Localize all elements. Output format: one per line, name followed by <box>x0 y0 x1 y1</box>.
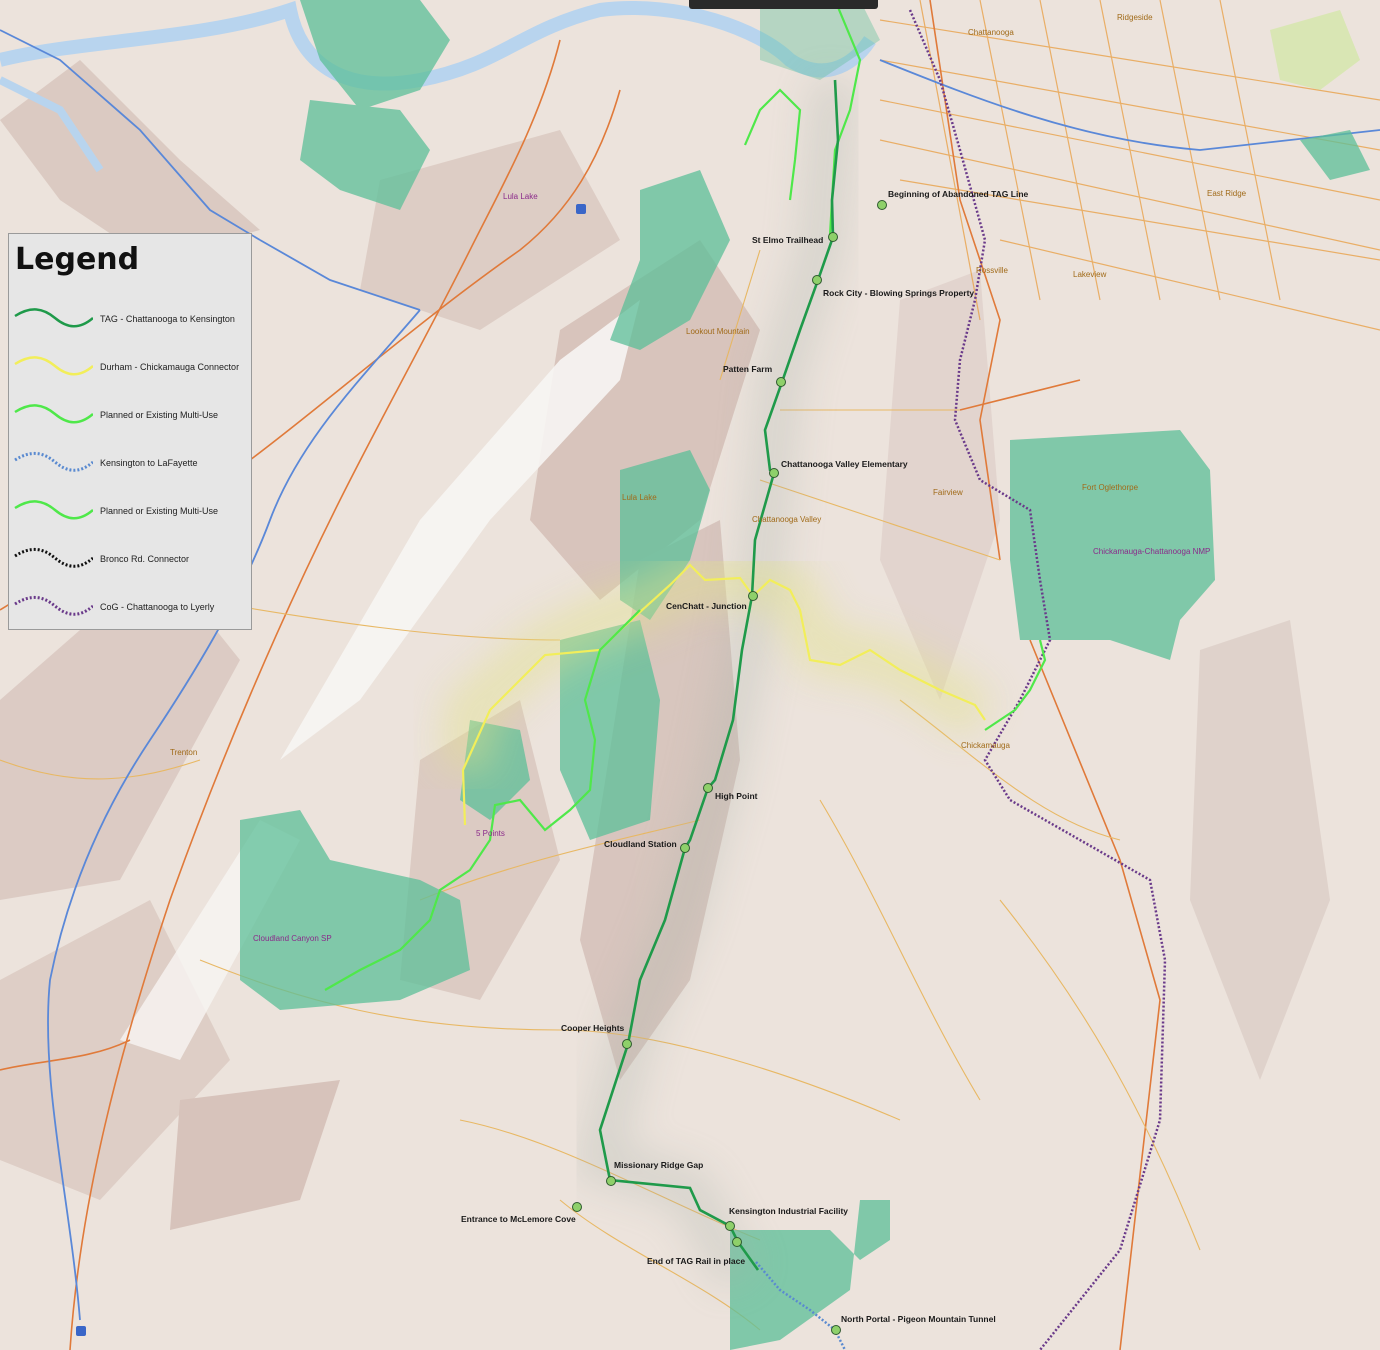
legend-title: Legend <box>15 242 140 277</box>
legend-item: Bronco Rd. Connector <box>13 546 249 576</box>
legend-item-label: Planned or Existing Multi-Use <box>100 506 219 516</box>
legend-item: CoG - Chattanooga to Lyerly <box>13 594 249 624</box>
stop-marker[interactable] <box>877 200 887 210</box>
stop-label: North Portal - Pigeon Mountain Tunnel <box>841 1314 996 1324</box>
stop-label: Patten Farm <box>723 364 773 374</box>
place-fort-oglethorpe: Fort Oglethorpe <box>1082 483 1139 492</box>
legend-item-label: TAG - Chattanooga to Kensington <box>100 314 235 324</box>
stop-marker[interactable] <box>748 591 758 601</box>
stop-marker[interactable] <box>622 1039 632 1049</box>
stop-label: Rock City - Blowing Springs Property <box>823 288 974 298</box>
legend-item: Durham - Chickamauga Connector <box>13 354 249 384</box>
window-top-bar <box>689 0 878 9</box>
place-rossville: Rossville <box>976 266 1009 275</box>
stop-label: Missionary Ridge Gap <box>614 1160 703 1170</box>
legend-item: Planned or Existing Multi-Use <box>13 402 249 432</box>
stop-marker[interactable] <box>725 1221 735 1231</box>
place-fairview: Fairview <box>933 488 963 497</box>
legend-swatch <box>14 356 93 376</box>
stop-label: Cooper Heights <box>561 1023 625 1033</box>
legend-item-label: Bronco Rd. Connector <box>100 554 190 564</box>
stop-marker[interactable] <box>680 843 690 853</box>
stop-marker[interactable] <box>769 468 779 478</box>
stop-label: Cloudland Station <box>604 839 677 849</box>
place-lookout-mountain: Lookout Mountain <box>686 327 750 336</box>
legend-swatch <box>14 500 93 520</box>
place-chattanooga-valley: Chattanooga Valley <box>752 515 821 524</box>
place-ridgeside: Ridgeside <box>1117 13 1153 22</box>
legend-item-label: Durham - Chickamauga Connector <box>100 362 240 372</box>
stop-marker[interactable] <box>831 1325 841 1335</box>
legend-swatch <box>14 404 93 424</box>
place-5-points: 5 Points <box>476 829 505 838</box>
stop-label: End of TAG Rail in place <box>647 1256 745 1266</box>
legend-swatch <box>14 452 93 472</box>
place-chickamauga: Chickamauga <box>961 741 1010 750</box>
interstate-shield-59 <box>76 1326 86 1336</box>
legend-item: Kensington to LaFayette <box>13 450 249 480</box>
place-lakeview: Lakeview <box>1073 270 1107 279</box>
place-cloudland-canyon: Cloudland Canyon SP <box>253 934 332 943</box>
stop-label: St Elmo Trailhead <box>752 235 823 245</box>
stop-label: Kensington Industrial Facility <box>729 1206 848 1216</box>
legend-item-label: CoG - Chattanooga to Lyerly <box>100 602 215 612</box>
stop-marker[interactable] <box>703 783 713 793</box>
stop-label: CenChatt - Junction <box>666 601 747 611</box>
stop-marker[interactable] <box>606 1176 616 1186</box>
stop-label: Entrance to McLemore Cove <box>461 1214 576 1224</box>
place-lula-lake: Lula Lake <box>622 493 657 502</box>
place-lula-lake-top: Lula Lake <box>503 192 538 201</box>
stop-label: Beginning of Abandoned TAG Line <box>888 189 1029 199</box>
legend-item: Planned or Existing Multi-Use <box>13 498 249 528</box>
legend-item-label: Planned or Existing Multi-Use <box>100 410 219 420</box>
legend-swatch <box>14 308 93 328</box>
stop-marker[interactable] <box>812 275 822 285</box>
stop-label: High Point <box>715 791 758 801</box>
legend-item: TAG - Chattanooga to Kensington <box>13 306 249 336</box>
place-chattanooga: Chattanooga <box>968 28 1014 37</box>
map-legend: Legend TAG - Chattanooga to Kensington Du… <box>8 233 252 630</box>
stop-marker[interactable] <box>732 1237 742 1247</box>
trail-map[interactable]: Chattanooga Ridgeside East Ridge Rossvil… <box>0 0 1380 1350</box>
place-chickamauga-nmp: Chickamauga-Chattanooga NMP <box>1093 547 1210 556</box>
stop-marker[interactable] <box>572 1202 582 1212</box>
place-trenton: Trenton <box>170 748 197 757</box>
legend-item-label: Kensington to LaFayette <box>100 458 198 468</box>
place-east-ridge: East Ridge <box>1207 189 1247 198</box>
interstate-shield-24 <box>576 204 586 214</box>
legend-swatch <box>14 596 93 616</box>
stop-label: Chattanooga Valley Elementary <box>781 459 908 469</box>
stop-marker[interactable] <box>828 232 838 242</box>
legend-swatch <box>14 548 93 568</box>
stop-marker[interactable] <box>776 377 786 387</box>
